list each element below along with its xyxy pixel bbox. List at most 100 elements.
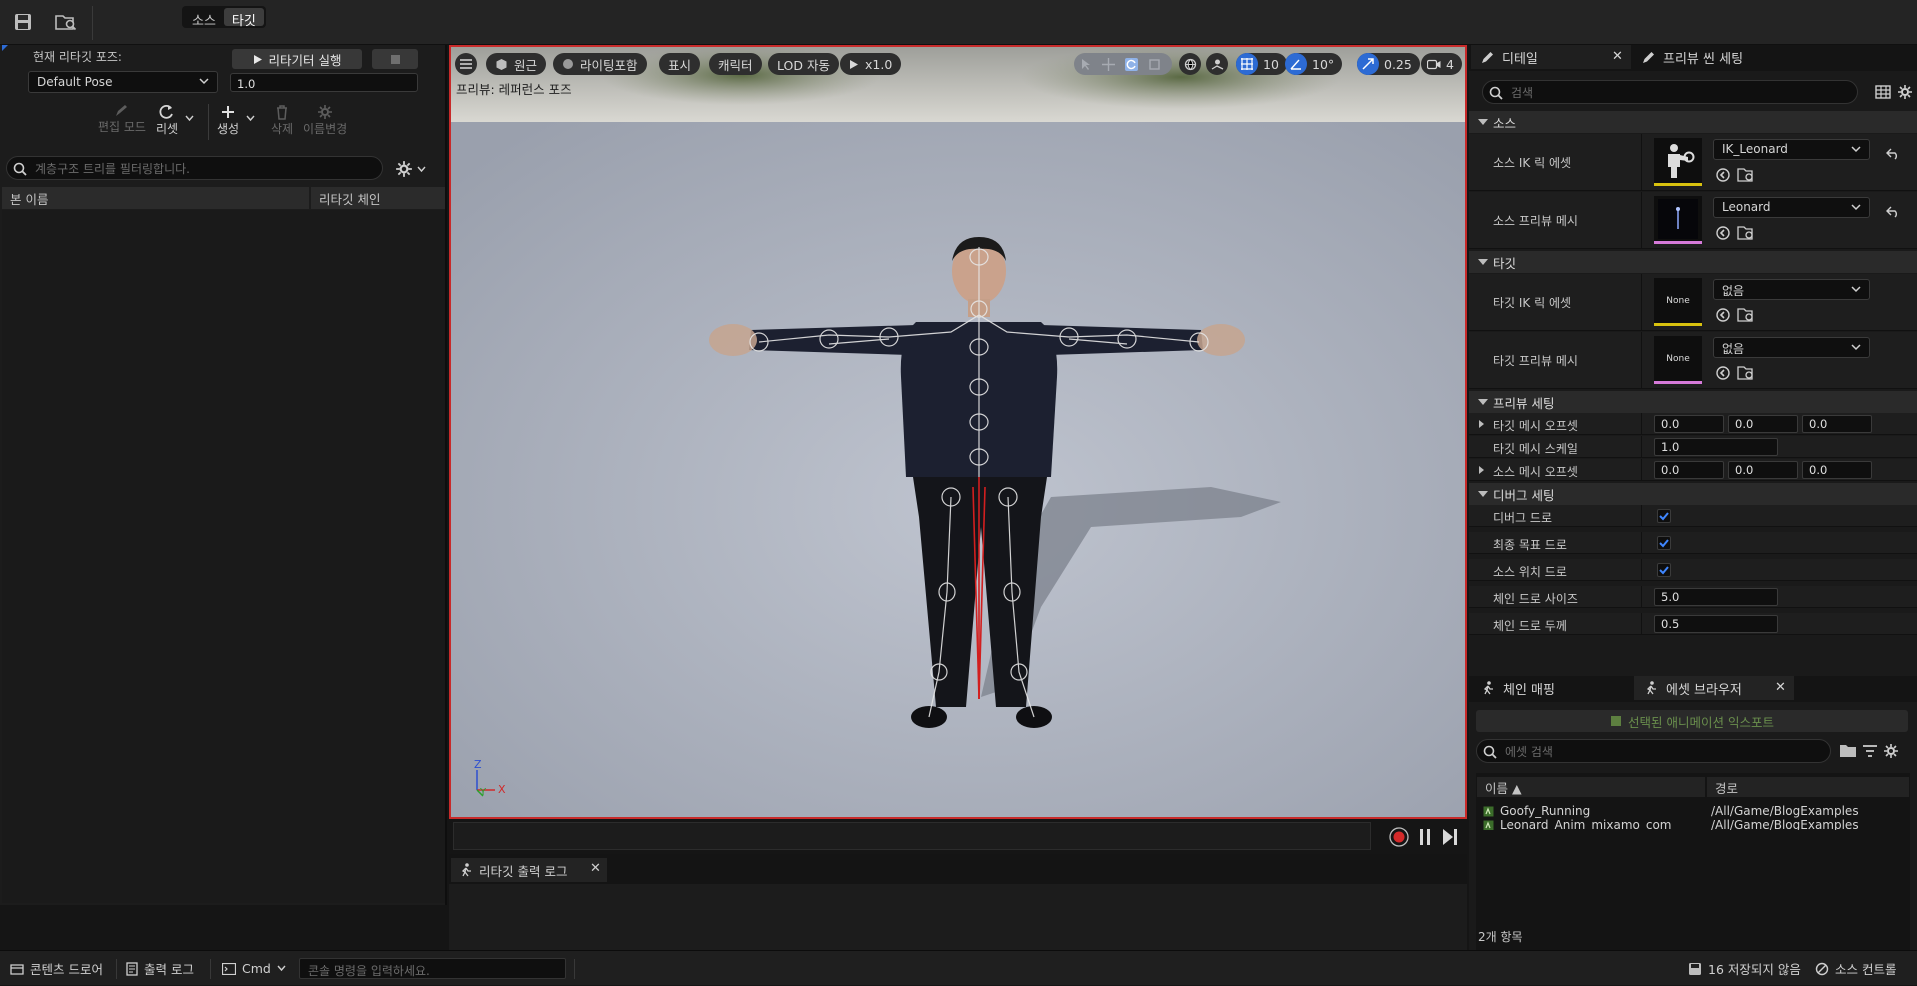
tab-chain-mapping[interactable]: 체인 매핑 <box>1471 676 1631 700</box>
use-selected-icon[interactable] <box>1715 225 1731 241</box>
browse-icon[interactable] <box>1737 365 1755 381</box>
asset-search-input[interactable]: 에셋 검색 <box>1476 739 1831 763</box>
source-ik-thumbnail[interactable] <box>1654 138 1702 186</box>
use-selected-icon[interactable] <box>1715 167 1731 183</box>
log-tab[interactable]: 리타깃 출력 로그 ✕ <box>451 858 607 882</box>
reset-arrow-icon[interactable] <box>1886 148 1900 160</box>
camera-speed-button[interactable]: 4 <box>1421 53 1462 75</box>
unsaved-assets-button[interactable]: 16 저장되지 않음 <box>1688 951 1801 986</box>
asset-column-name[interactable]: 이름 ▲ <box>1477 777 1705 797</box>
source-control-button[interactable]: 소스 컨트롤 <box>1815 951 1896 986</box>
column-bone-name[interactable]: 본 이름 <box>2 187 309 209</box>
target-ik-thumbnail[interactable]: None <box>1654 278 1702 326</box>
final-goal-draw-checkbox[interactable] <box>1657 536 1671 550</box>
run-retargeter-button[interactable]: 리타기터 실행 <box>232 49 362 69</box>
timeline-track[interactable] <box>453 822 1371 850</box>
scale-icon[interactable] <box>1148 58 1161 71</box>
source-mesh-thumbnail[interactable] <box>1654 196 1702 244</box>
browse-asset-icon[interactable] <box>52 9 80 35</box>
target-offset-y[interactable]: 0.0 <box>1728 415 1798 433</box>
target-mesh-thumbnail[interactable]: None <box>1654 336 1702 384</box>
chain-draw-size-field[interactable]: 5.0 <box>1654 588 1778 606</box>
target-offset-x[interactable]: 0.0 <box>1654 415 1724 433</box>
select-arrow-icon[interactable] <box>1080 58 1092 71</box>
create-dropdown-chevron-icon[interactable] <box>246 115 255 122</box>
target-ik-dropdown[interactable]: 없음 <box>1713 279 1870 300</box>
asset-row[interactable]: Goofy_Running <box>1483 804 1590 818</box>
lod-button[interactable]: LOD 자동 <box>768 53 839 75</box>
reset-dropdown-chevron-icon[interactable] <box>185 115 194 122</box>
tab-preview-scene[interactable]: 프리뷰 씬 세팅 <box>1632 45 1782 69</box>
expand-arrow-icon[interactable] <box>1478 419 1485 429</box>
asset-column-path[interactable]: 경로 <box>1707 777 1909 797</box>
console-input[interactable]: 콘솔 명령을 입력하세요. <box>299 958 566 979</box>
section-preview-settings[interactable]: 프리뷰 세팅 <box>1469 391 1917 413</box>
settings-gear-icon[interactable] <box>1883 743 1899 759</box>
browse-icon[interactable] <box>1737 307 1755 323</box>
pause-icon[interactable] <box>1418 828 1432 846</box>
source-ik-dropdown[interactable]: IK_Leonard <box>1713 139 1870 160</box>
delete-button[interactable]: 삭제 <box>271 104 293 137</box>
output-log-button[interactable]: 출력 로그 <box>126 951 194 986</box>
tab-details[interactable]: 디테일 ✕ <box>1471 45 1631 69</box>
close-icon[interactable]: ✕ <box>590 861 601 876</box>
scale-snap-button[interactable]: 0.25 <box>1357 53 1420 75</box>
hierarchy-search-input[interactable]: 계층구조 트리를 필터링합니다. <box>6 156 383 180</box>
rotation-snap-button[interactable]: 10° <box>1285 53 1343 75</box>
blend-value-field[interactable]: 1.0 <box>230 73 418 92</box>
rename-button[interactable]: 이름변경 <box>303 104 347 137</box>
save-icon[interactable] <box>9 9 37 35</box>
tab-source[interactable]: 소스 <box>184 8 224 29</box>
folder-icon[interactable] <box>1839 743 1857 759</box>
tab-asset-browser[interactable]: 에셋 브라우저 ✕ <box>1634 676 1794 700</box>
source-offset-y[interactable]: 0.0 <box>1728 461 1798 479</box>
details-search-input[interactable]: 검색 <box>1482 80 1858 104</box>
step-forward-icon[interactable] <box>1442 828 1458 846</box>
reset-arrow-icon[interactable] <box>1886 206 1900 218</box>
export-selected-animations-button[interactable]: 선택된 애니메이션 익스포트 <box>1476 710 1908 732</box>
close-icon[interactable]: ✕ <box>1612 49 1623 64</box>
close-icon[interactable]: ✕ <box>1775 680 1786 695</box>
section-debug-settings[interactable]: 디버그 세팅 <box>1469 483 1917 505</box>
perspective-button[interactable]: 원근 <box>486 53 547 75</box>
browse-icon[interactable] <box>1737 225 1755 241</box>
show-button[interactable]: 표시 <box>659 53 701 75</box>
grid-snap-button[interactable]: 10 <box>1236 53 1287 75</box>
stop-button[interactable] <box>372 49 418 69</box>
table-view-icon[interactable] <box>1875 84 1891 100</box>
source-mesh-dropdown[interactable]: Leonard <box>1713 197 1870 218</box>
source-loc-draw-checkbox[interactable] <box>1657 563 1671 577</box>
character-button[interactable]: 캐릭터 <box>709 53 762 75</box>
surface-snap-button[interactable] <box>1206 53 1228 75</box>
reset-button[interactable]: 리셋 <box>156 104 178 137</box>
viewport-menu-button[interactable] <box>455 53 477 75</box>
target-mesh-dropdown[interactable]: 없음 <box>1713 337 1870 358</box>
tab-target[interactable]: 타깃 <box>223 8 264 29</box>
playback-speed-button[interactable]: x1.0 <box>840 53 902 75</box>
settings-gear-icon[interactable] <box>1897 84 1913 100</box>
source-offset-z[interactable]: 0.0 <box>1802 461 1872 479</box>
source-offset-x[interactable]: 0.0 <box>1654 461 1724 479</box>
lighting-button[interactable]: 라이팅포함 <box>553 53 647 75</box>
world-local-button[interactable] <box>1179 53 1201 75</box>
content-drawer-button[interactable]: 콘텐츠 드로어 <box>10 951 103 986</box>
translate-icon[interactable] <box>1102 57 1115 71</box>
create-button[interactable]: 생성 <box>217 104 239 137</box>
target-offset-z[interactable]: 0.0 <box>1802 415 1872 433</box>
settings-gear-icon[interactable] <box>395 160 413 178</box>
chain-draw-thickness-field[interactable]: 0.5 <box>1654 615 1778 633</box>
edit-mode-button[interactable]: 편집 모드 <box>98 104 146 135</box>
target-scale-field[interactable]: 1.0 <box>1654 438 1778 456</box>
use-selected-icon[interactable] <box>1715 365 1731 381</box>
settings-chevron-icon[interactable] <box>417 166 426 173</box>
preview-viewport[interactable]: 원근 라이팅포함 표시 캐릭터 LOD 자동 x1.0 10 10° 0.25 … <box>449 45 1467 819</box>
browse-icon[interactable] <box>1737 167 1755 183</box>
expand-arrow-icon[interactable] <box>1478 465 1485 475</box>
rotate-icon[interactable] <box>1125 57 1138 71</box>
section-target[interactable]: 타깃 <box>1469 251 1917 273</box>
filter-icon[interactable] <box>1862 743 1878 759</box>
column-retarget-chain[interactable]: 리타깃 체인 <box>311 187 445 209</box>
section-source[interactable]: 소스 <box>1469 111 1917 133</box>
asset-row[interactable]: Leonard_Anim_mixamo_com <box>1483 818 1671 830</box>
debug-draw-checkbox[interactable] <box>1657 509 1671 523</box>
